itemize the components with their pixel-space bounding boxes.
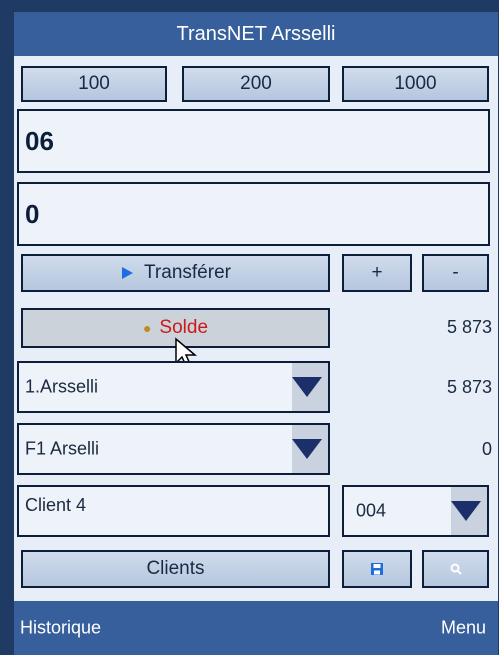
plus-button[interactable]: + [342, 254, 412, 292]
transfer-label: Transférer [144, 262, 231, 283]
sub-account-select[interactable]: F1 Arselli [17, 423, 330, 475]
search-icon [450, 563, 462, 575]
save-button[interactable] [342, 550, 412, 588]
bottom-bar: Historique Menu [14, 601, 498, 655]
account-select-value: 1.Arsselli [25, 376, 99, 397]
client-code-arrow-box [451, 487, 487, 535]
window-frame: TransNET Arsselli 100 200 1000 06 0 Tran… [0, 0, 499, 655]
chevron-down-icon [451, 501, 481, 521]
account-select-arrow-box [292, 363, 328, 411]
amount-1000-button[interactable]: 1000 [342, 66, 489, 102]
balance-label: Solde [159, 317, 209, 338]
account-balance-value: 5 873 [446, 377, 492, 397]
minus-button[interactable]: - [422, 254, 489, 292]
amount-100-button[interactable]: 100 [21, 66, 167, 102]
save-icon [371, 563, 383, 575]
money-bag-icon: ● [142, 320, 152, 336]
client-field-value: Client 4 [25, 495, 87, 515]
transfer-button[interactable]: Transférer [21, 254, 330, 292]
client-code-select[interactable]: 004 [342, 485, 489, 537]
balance-value: 5 873 [446, 317, 492, 337]
chevron-down-icon [292, 377, 322, 397]
menu-item[interactable]: Menu [441, 618, 486, 639]
play-icon [122, 267, 134, 279]
amount-field[interactable]: 0 [17, 182, 490, 246]
amount-value: 0 [25, 198, 40, 229]
sub-account-select-arrow-box [292, 425, 328, 473]
chevron-down-icon [292, 439, 322, 459]
client-field[interactable]: Client 4 [17, 485, 330, 537]
clients-button[interactable]: Clients [21, 550, 330, 588]
title-bar: TransNET Arsselli [14, 12, 498, 56]
client-code-value: 004 [356, 500, 387, 521]
app-body: TransNET Arsselli 100 200 1000 06 0 Tran… [14, 12, 498, 655]
sub-account-select-value: F1 Arselli [25, 438, 100, 459]
phone-number-field[interactable]: 06 [17, 109, 490, 173]
amount-200-button[interactable]: 200 [182, 66, 330, 102]
app-title: TransNET Arsselli [176, 22, 336, 45]
phone-number-value: 06 [25, 125, 54, 156]
search-button[interactable] [422, 550, 489, 588]
history-menu-item[interactable]: Historique [20, 618, 101, 639]
account-select[interactable]: 1.Arsselli [17, 361, 330, 413]
sub-account-balance-value: 0 [481, 439, 492, 459]
